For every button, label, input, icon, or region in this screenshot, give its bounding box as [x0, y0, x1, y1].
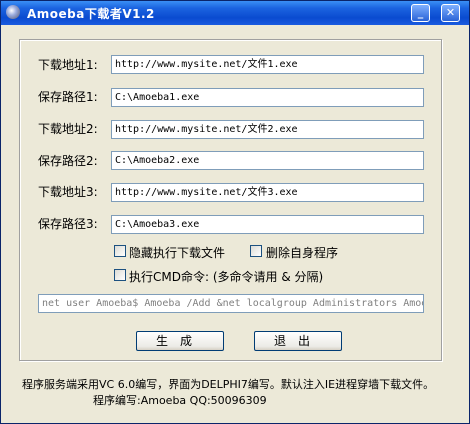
download-url-3-label: 下载地址3: [38, 185, 98, 199]
run-cmd-label: 执行CMD命令: (多命令请用 & 分隔) [129, 270, 324, 284]
save-path-2-field[interactable]: C:\Amoeba2.exe [111, 151, 424, 170]
download-url-2-field[interactable]: http://www.mysite.net/文件2.exe [111, 120, 424, 139]
download-url-3-field[interactable]: http://www.mysite.net/文件3.exe [111, 183, 424, 202]
download-url-1-label: 下载地址1: [38, 58, 98, 72]
run-cmd-checkbox[interactable] [114, 269, 126, 281]
hide-execute-label: 隐藏执行下载文件 [129, 246, 226, 260]
main-window: Amoeba下载者V1.2 _ ✕ 下载地址1: http://www.mysi… [0, 0, 470, 424]
save-path-3-label: 保存路径3: [38, 217, 98, 231]
minimize-button[interactable]: _ [411, 4, 430, 22]
minimize-icon: _ [417, 6, 424, 19]
title-bar[interactable]: Amoeba下载者V1.2 _ ✕ [1, 1, 469, 25]
close-button[interactable]: ✕ [441, 4, 460, 22]
footer-info: 程序服务端采用VC 6.0编写，界面为DELPHI7编写。默认注入IE进程穿墙下… [22, 378, 435, 391]
exit-button[interactable]: 退出 [254, 331, 342, 351]
download-url-2-label: 下载地址2: [38, 122, 98, 136]
close-icon: ✕ [445, 6, 456, 19]
delete-self-label: 删除自身程序 [266, 246, 339, 260]
save-path-1-label: 保存路径1: [38, 90, 98, 104]
save-path-2-label: 保存路径2: [38, 154, 98, 168]
cmd-input[interactable]: net user Amoeba$ Amoeba /Add &net localg… [38, 294, 424, 313]
save-path-1-field[interactable]: C:\Amoeba1.exe [111, 88, 424, 107]
footer-author: 程序编写:Amoeba QQ:50096309 [93, 394, 267, 407]
generate-button[interactable]: 生成 [136, 331, 224, 351]
hide-execute-checkbox[interactable] [114, 245, 126, 257]
window-title: Amoeba下载者V1.2 [27, 7, 155, 21]
save-path-3-field[interactable]: C:\Amoeba3.exe [111, 215, 424, 234]
app-icon [6, 5, 20, 19]
delete-self-checkbox[interactable] [250, 245, 262, 257]
download-url-1-field[interactable]: http://www.mysite.net/文件1.exe [111, 55, 424, 74]
